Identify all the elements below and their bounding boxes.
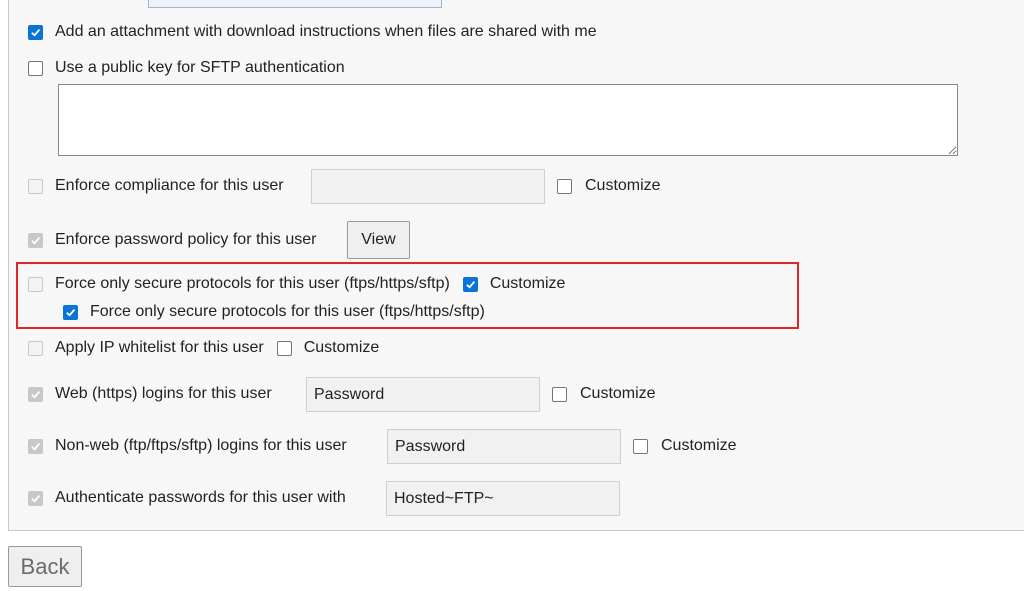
nonweb-logins-row: Non-web (ftp/ftps/sftp) logins for this … (28, 429, 347, 463)
check-icon (31, 236, 41, 245)
auth-passwords-checkbox (28, 490, 43, 506)
web-logins-label: Web (https) logins for this user (55, 385, 272, 402)
nonweb-logins-customize-checkbox[interactable] (633, 438, 648, 454)
check-icon (466, 280, 475, 289)
ip-whitelist-customize-checkbox[interactable] (276, 340, 292, 356)
top-input-field-partial[interactable] (148, 0, 442, 8)
web-logins-customize-checkbox[interactable] (552, 386, 567, 402)
nonweb-logins-label: Non-web (ftp/ftps/sftp) logins for this … (55, 437, 347, 454)
public-key-row: Use a public key for SFTP authentication (28, 51, 345, 85)
compliance-customize-label: Customize (585, 177, 661, 194)
compliance-checkbox[interactable] (28, 178, 43, 194)
secure-protocols-checkbox (28, 276, 43, 292)
public-key-textarea[interactable] (58, 84, 958, 156)
attachment-checkbox[interactable] (28, 24, 43, 40)
web-logins-customize-row: Customize (552, 377, 656, 411)
web-logins-checkbox (28, 386, 43, 402)
password-policy-checkbox (28, 232, 43, 248)
password-policy-label: Enforce password policy for this user (55, 231, 317, 248)
password-policy-row: Enforce password policy for this user (28, 223, 316, 257)
secure-protocols-sub-checkbox[interactable] (63, 304, 78, 320)
compliance-label: Enforce compliance for this user (55, 177, 284, 194)
check-icon (31, 28, 41, 37)
public-key-label: Use a public key for SFTP authentication (55, 59, 345, 76)
public-key-checkbox[interactable] (28, 60, 43, 76)
check-icon (31, 494, 41, 503)
compliance-row: Enforce compliance for this user (28, 169, 284, 203)
nonweb-logins-checkbox (28, 438, 43, 454)
auth-passwords-select[interactable]: Hosted~FTP~ (386, 481, 620, 516)
web-logins-row: Web (https) logins for this user (28, 377, 272, 411)
check-icon (66, 308, 76, 317)
ip-whitelist-checkbox (28, 340, 43, 356)
secure-protocols-customize-label: Customize (489, 275, 566, 292)
secure-protocols-customize-checkbox[interactable] (462, 276, 478, 292)
auth-passwords-label: Authenticate passwords for this user wit… (55, 489, 346, 506)
compliance-customize-row: Customize (557, 169, 661, 203)
back-button[interactable]: Back (8, 546, 82, 587)
ip-whitelist-label: Apply IP whitelist for this user (55, 339, 264, 356)
nonweb-logins-customize-label: Customize (661, 437, 737, 454)
check-icon (31, 442, 41, 451)
attachment-label: Add an attachment with download instruct… (55, 23, 597, 40)
ip-whitelist-customize-label: Customize (303, 339, 380, 356)
auth-passwords-row: Authenticate passwords for this user wit… (28, 481, 346, 515)
web-logins-select[interactable]: Password (306, 377, 540, 412)
secure-protocols-label: Force only secure protocols for this use… (55, 275, 450, 292)
view-policy-button[interactable]: View (347, 221, 410, 259)
attachment-row: Add an attachment with download instruct… (28, 15, 597, 49)
compliance-select[interactable] (311, 169, 545, 204)
secure-protocols-sub-row: Force only secure protocols for this use… (63, 295, 485, 329)
ip-whitelist-row: Apply IP whitelist for this user Customi… (28, 331, 379, 365)
compliance-customize-checkbox[interactable] (557, 178, 572, 194)
nonweb-logins-customize-row: Customize (633, 429, 737, 463)
check-icon (31, 390, 41, 399)
nonweb-logins-select[interactable]: Password (387, 429, 621, 464)
secure-protocols-sub-label: Force only secure protocols for this use… (90, 303, 485, 320)
web-logins-customize-label: Customize (580, 385, 656, 402)
